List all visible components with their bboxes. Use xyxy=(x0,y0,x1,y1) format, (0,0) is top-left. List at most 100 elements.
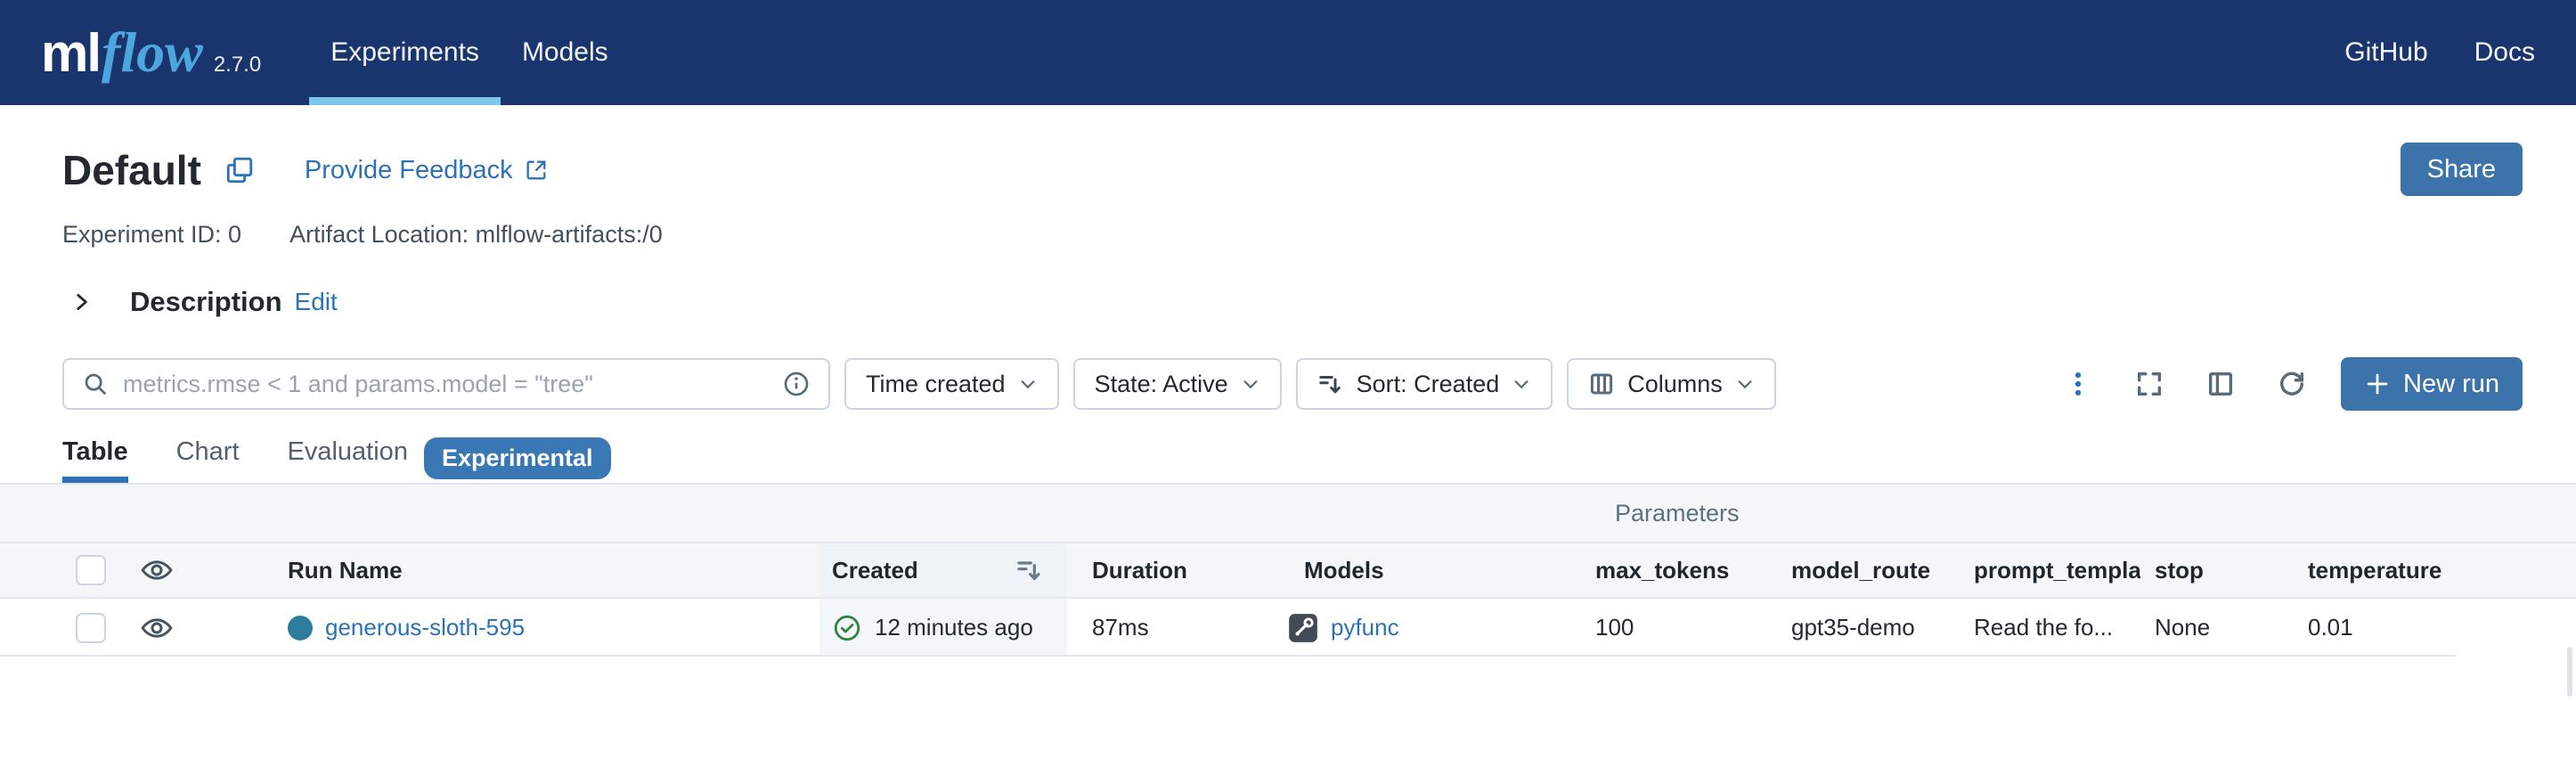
select-all-checkbox[interactable] xyxy=(76,555,106,585)
tab-chart[interactable]: Chart xyxy=(176,437,240,483)
nav-item-models[interactable]: Models xyxy=(501,0,630,105)
model-route-cell: gpt35-demo xyxy=(1777,614,1960,641)
nav-item-github[interactable]: GitHub xyxy=(2344,37,2427,68)
visibility-toggle-button[interactable] xyxy=(139,610,175,646)
column-header-label: stop xyxy=(2155,557,2204,584)
chevron-down-icon xyxy=(1018,374,1038,394)
temperature-cell: 0.01 xyxy=(2294,614,2576,641)
column-header-label: Run Name xyxy=(288,557,403,584)
column-header-run-name[interactable]: Run Name xyxy=(214,543,819,597)
run-name-cell: generous-sloth-595 xyxy=(214,599,819,657)
created-time-label: 12 minutes ago xyxy=(875,614,1033,641)
description-label: Description xyxy=(130,286,282,318)
copy-icon xyxy=(224,155,255,185)
sidebar-panel-icon xyxy=(2205,369,2236,399)
refresh-button[interactable] xyxy=(2277,369,2307,399)
table-group-header-row: Parameters xyxy=(0,483,2576,543)
toggle-sidebar-button[interactable] xyxy=(2205,369,2236,399)
row-checkbox-cell xyxy=(0,599,134,657)
experiment-id-label: Experiment ID: 0 xyxy=(62,221,241,249)
column-header-label: prompt_template xyxy=(1974,557,2140,584)
search-input[interactable] xyxy=(123,371,768,398)
duration-cell: 87ms xyxy=(1067,614,1265,641)
models-cell: pyfunc xyxy=(1265,599,1581,657)
column-header-temperature[interactable]: temperature xyxy=(2294,557,2576,584)
copy-experiment-name-button[interactable] xyxy=(224,155,255,185)
column-header-prompt-template[interactable]: prompt_template xyxy=(1960,557,2140,584)
column-header-created[interactable]: Created xyxy=(819,543,1067,597)
model-link[interactable]: pyfunc xyxy=(1331,614,1399,641)
tab-evaluation[interactable]: Evaluation xyxy=(288,437,408,483)
share-button[interactable]: Share xyxy=(2401,143,2523,196)
run-color-dot xyxy=(288,616,313,641)
table-row: generous-sloth-595 12 minutes ago 87ms xyxy=(0,599,2576,657)
nav-item-docs[interactable]: Docs xyxy=(2474,37,2535,68)
table-header-row: Run Name Created Duration Models max_tok… xyxy=(0,543,2576,599)
info-icon[interactable] xyxy=(782,370,811,398)
description-expand-button[interactable] xyxy=(69,290,93,314)
search-box xyxy=(62,358,830,410)
experiment-header: Default Provide Feedback Share xyxy=(62,143,2523,198)
fullscreen-icon xyxy=(2134,369,2164,399)
nav-item-label: Docs xyxy=(2474,37,2535,68)
column-header-model-route[interactable]: model_route xyxy=(1777,557,1960,584)
header-visibility-cell xyxy=(134,543,214,597)
time-created-filter[interactable]: Time created xyxy=(844,358,1059,410)
column-header-max-tokens[interactable]: max_tokens xyxy=(1581,557,1777,584)
experimental-badge: Experimental xyxy=(424,437,611,479)
description-section: Description Edit xyxy=(62,286,2523,318)
column-header-label: model_route xyxy=(1791,557,1930,584)
nav-item-label: Models xyxy=(522,37,608,68)
column-header-duration[interactable]: Duration xyxy=(1067,557,1265,584)
columns-select[interactable]: Columns xyxy=(1567,358,1776,410)
fullscreen-button[interactable] xyxy=(2134,369,2164,399)
eye-icon xyxy=(139,610,175,646)
column-header-stop[interactable]: stop xyxy=(2140,557,2294,584)
group-header-parameters: Parameters xyxy=(1581,500,2576,527)
column-header-label: max_tokens xyxy=(1595,557,1729,584)
description-edit-link[interactable]: Edit xyxy=(295,288,338,316)
column-header-label: Duration xyxy=(1092,557,1187,584)
nav-item-label: GitHub xyxy=(2344,37,2427,68)
refresh-icon xyxy=(2277,369,2307,399)
sort-descending-icon[interactable] xyxy=(1015,556,1044,584)
prompt-template-cell: Read the fo... xyxy=(1960,614,2140,641)
version-label: 2.7.0 xyxy=(214,53,261,78)
runs-toolbar: Time created State: Active Sort: Created xyxy=(62,357,2523,411)
filter-label: Sort: Created xyxy=(1357,371,1500,398)
chevron-down-icon xyxy=(1512,374,1531,394)
search-icon xyxy=(82,371,109,397)
nav-item-experiments[interactable]: Experiments xyxy=(309,0,501,105)
mlflow-logo[interactable]: ml flow 2.7.0 xyxy=(41,20,261,86)
column-header-label: temperature xyxy=(2308,557,2441,584)
filter-label: State: Active xyxy=(1095,371,1228,398)
page-title: Default xyxy=(62,146,201,194)
chevron-down-icon xyxy=(1241,374,1260,394)
visibility-toggle-all-button[interactable] xyxy=(139,552,175,588)
top-navbar: ml flow 2.7.0 Experiments Models GitHub … xyxy=(0,0,2576,105)
view-tabs: Table Chart Evaluation Experimental xyxy=(62,437,2523,483)
external-link-icon xyxy=(524,158,549,183)
chevron-right-icon xyxy=(69,290,93,314)
plus-icon xyxy=(2364,371,2391,397)
kebab-menu-icon xyxy=(2063,369,2093,399)
provide-feedback-link[interactable]: Provide Feedback xyxy=(305,156,549,185)
filter-label: Time created xyxy=(866,371,1006,398)
row-checkbox[interactable] xyxy=(76,613,106,643)
model-icon xyxy=(1286,611,1320,645)
toolbar-icon-group xyxy=(2063,369,2307,399)
eye-icon xyxy=(139,552,175,588)
sort-select[interactable]: Sort: Created xyxy=(1296,358,1553,410)
tab-table[interactable]: Table xyxy=(62,437,128,483)
more-options-button[interactable] xyxy=(2063,369,2093,399)
filter-label: Columns xyxy=(1627,371,1723,398)
column-header-models[interactable]: Models xyxy=(1265,543,1581,597)
row-visibility-cell xyxy=(134,599,214,657)
run-name-link[interactable]: generous-sloth-595 xyxy=(325,614,525,641)
feedback-link-label: Provide Feedback xyxy=(305,156,513,185)
new-run-button[interactable]: New run xyxy=(2341,357,2523,411)
state-filter[interactable]: State: Active xyxy=(1073,358,1282,410)
column-header-label: Created xyxy=(832,557,918,584)
scrollbar[interactable] xyxy=(2567,647,2572,697)
logo-text-ml: ml xyxy=(41,22,100,84)
